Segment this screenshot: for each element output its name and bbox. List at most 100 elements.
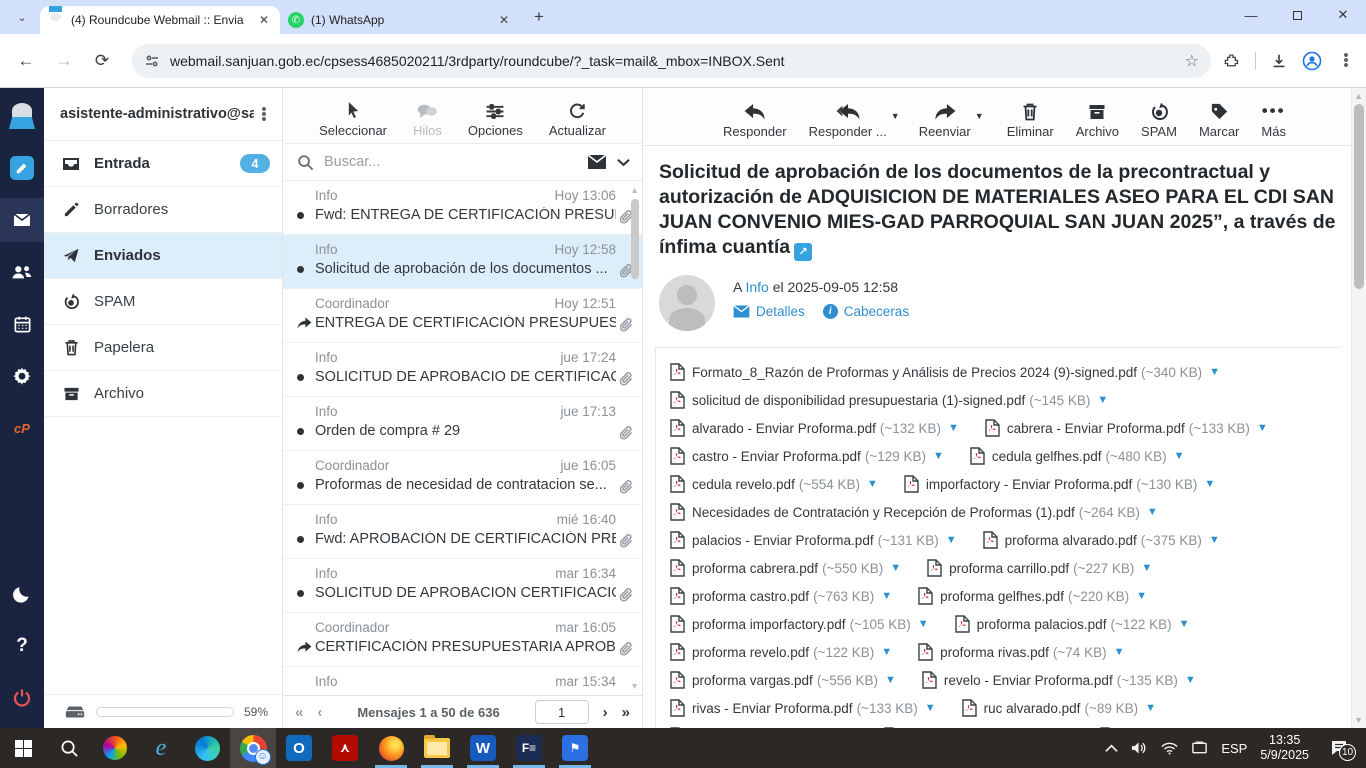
attachment-menu-caret[interactable]: ▼ <box>1204 478 1215 490</box>
forward-button[interactable]: → <box>48 45 80 77</box>
refresh-button[interactable]: Actualizar <box>549 100 606 138</box>
attachment-item[interactable]: palacios - Enviar Proforma.pdf (~131 KB)… <box>670 526 957 554</box>
tab-whatsapp[interactable]: ✆ (1) WhatsApp ✕ <box>280 6 520 34</box>
settings-nav-button[interactable] <box>0 354 44 398</box>
cast-icon[interactable] <box>1191 741 1208 755</box>
close-button[interactable]: ✕ <box>1320 0 1366 30</box>
recipient-link[interactable]: Info <box>745 279 768 295</box>
contacts-nav-button[interactable] <box>0 250 44 294</box>
edge-button[interactable] <box>184 728 230 768</box>
headers-toggle[interactable]: i Cabeceras <box>823 304 909 319</box>
attachment-menu-caret[interactable]: ▼ <box>1209 534 1220 546</box>
extensions-icon[interactable] <box>1223 52 1241 70</box>
threads-button[interactable]: Hilos <box>413 100 442 138</box>
attachment-item[interactable]: ruc gelfhes.pdf (~10 KB) ▼ <box>1100 722 1286 728</box>
page-input[interactable] <box>535 700 589 724</box>
taskbar-search-button[interactable] <box>46 728 92 768</box>
folder-trash[interactable]: Papelera <box>44 325 282 371</box>
volume-icon[interactable] <box>1131 741 1148 755</box>
attachment-item[interactable]: rivas - Enviar Proforma.pdf (~133 KB) ▼ <box>670 694 936 722</box>
attachment-item[interactable]: revelo - Enviar Proforma.pdf (~135 KB) ▼ <box>922 666 1196 694</box>
folder-archive[interactable]: Archivo <box>44 371 282 417</box>
new-tab-button[interactable]: + <box>526 4 552 30</box>
prev-page-button[interactable]: ‹ <box>317 704 322 721</box>
attachment-item[interactable]: alvarado - Enviar Proforma.pdf (~132 KB)… <box>670 414 959 442</box>
word-button[interactable]: W <box>460 728 506 768</box>
tab-search-button[interactable]: ⌄ <box>8 4 36 30</box>
browser-menu-icon[interactable]: ••• <box>1336 53 1356 68</box>
restore-button[interactable] <box>1274 0 1320 30</box>
profile-icon[interactable] <box>1302 51 1322 71</box>
attachment-item[interactable]: castro - Enviar Proforma.pdf (~129 KB) ▼ <box>670 442 944 470</box>
forward-button[interactable]: Reenviar ▼ <box>919 99 971 139</box>
first-page-button[interactable]: « <box>295 704 303 721</box>
attachment-menu-caret[interactable]: ▼ <box>1147 506 1158 518</box>
app-blue-button[interactable]: ⚑ <box>552 728 598 768</box>
message-row[interactable]: Info jue 17:24 SOLICITUD DE APROBACIO DE… <box>283 343 642 397</box>
search-options-chevron-icon[interactable] <box>617 158 630 167</box>
tab-close-icon[interactable]: ✕ <box>496 12 512 28</box>
message-row[interactable]: Coordinador mar 16:05 CERTIFICACIÓN PRES… <box>283 613 642 667</box>
attachment-menu-caret[interactable]: ▼ <box>1185 674 1196 686</box>
attachment-item[interactable]: proforma imporfactory.pdf (~105 KB) ▼ <box>670 610 929 638</box>
list-scrollbar[interactable]: ▲ ▼ <box>629 181 641 695</box>
attachment-menu-caret[interactable]: ▼ <box>946 534 957 546</box>
cpanel-nav-button[interactable]: cP <box>0 406 44 450</box>
folder-drafts[interactable]: Borradores <box>44 187 282 233</box>
message-row[interactable]: Info mié 16:40 Fwd: APROBACIÓN DE CERTIF… <box>283 505 642 559</box>
attachment-item[interactable]: proforma carrillo.pdf (~227 KB) ▼ <box>927 554 1152 582</box>
internet-explorer-button[interactable]: e <box>138 728 184 768</box>
logout-button[interactable] <box>0 676 44 720</box>
attachment-item[interactable]: Formato_8_Razón de Proformas y Análisis … <box>670 358 1220 386</box>
mail-scrollbar[interactable]: ▲ ▼ <box>1351 88 1366 728</box>
acrobat-button[interactable]: ⋏ <box>322 728 368 768</box>
last-page-button[interactable]: » <box>622 704 630 721</box>
folder-spam[interactable]: SPAM <box>44 279 282 325</box>
message-row[interactable]: Info mar 16:34 SOLICITUD DE APROBACION C… <box>283 559 642 613</box>
tray-chevron-icon[interactable] <box>1105 744 1118 753</box>
attachment-menu-caret[interactable]: ▼ <box>925 702 936 714</box>
downloads-icon[interactable] <box>1270 52 1288 70</box>
message-row[interactable]: Coordinador jue 16:05 Proformas de neces… <box>283 451 642 505</box>
attachment-menu-caret[interactable]: ▼ <box>1097 394 1108 406</box>
attachment-menu-caret[interactable]: ▼ <box>933 450 944 462</box>
tab-roundcube[interactable]: (4) Roundcube Webmail :: Envia ✕ <box>40 6 280 34</box>
options-button[interactable]: Opciones <box>468 100 523 138</box>
mail-scroll-thumb[interactable] <box>1354 104 1364 289</box>
attachment-menu-caret[interactable]: ▼ <box>1179 618 1190 630</box>
language-indicator[interactable]: ESP <box>1221 741 1247 756</box>
attachment-menu-caret[interactable]: ▼ <box>1209 366 1220 378</box>
mail-nav-button[interactable] <box>0 198 44 242</box>
attachment-item[interactable]: solicitud de disponibilidad presupuestar… <box>670 386 1108 414</box>
account-menu-icon[interactable]: ••• <box>254 107 274 122</box>
back-button[interactable]: ← <box>10 45 42 77</box>
file-explorer-button[interactable] <box>414 728 460 768</box>
message-row[interactable]: Info Hoy 13:06 Fwd: ENTREGA DE CERTIFICA… <box>283 181 642 235</box>
attachment-item[interactable]: proforma alvarado.pdf (~375 KB) ▼ <box>983 526 1220 554</box>
reply-all-button[interactable]: Responder ... ▼ <box>809 99 887 139</box>
reload-button[interactable]: ⟳ <box>86 45 118 77</box>
message-row[interactable]: Info mar 15:34 <box>283 667 642 695</box>
list-scroll-thumb[interactable] <box>631 199 639 279</box>
attachment-menu-caret[interactable]: ▼ <box>948 422 959 434</box>
select-button[interactable]: Seleccionar <box>319 100 387 138</box>
address-bar[interactable]: webmail.sanjuan.gob.ec/cpsess4685020211/… <box>132 44 1211 78</box>
folder-sent[interactable]: Enviados <box>44 233 282 279</box>
compose-button[interactable] <box>0 146 44 190</box>
attachment-menu-caret[interactable]: ▼ <box>881 646 892 658</box>
search-scope-icon[interactable] <box>587 154 607 170</box>
search-input[interactable] <box>324 154 577 170</box>
tab-close-icon[interactable]: ✕ <box>256 12 272 28</box>
attachment-menu-caret[interactable]: ▼ <box>1174 450 1185 462</box>
minimize-button[interactable]: — <box>1228 0 1274 30</box>
attachment-item[interactable]: Necesidades de Contratación y Recepción … <box>670 498 1158 526</box>
next-page-button[interactable]: › <box>603 704 608 721</box>
clock[interactable]: 13:35 5/9/2025 <box>1260 733 1309 763</box>
bookmark-star-icon[interactable]: ☆ <box>1185 51 1199 71</box>
attachment-item[interactable]: cedula gelfhes.pdf (~480 KB) ▼ <box>970 442 1185 470</box>
attachment-item[interactable]: proforma cabrera.pdf (~550 KB) ▼ <box>670 554 901 582</box>
spam-button[interactable]: SPAM <box>1141 99 1177 139</box>
attachment-item[interactable]: proforma vargas.pdf (~556 KB) ▼ <box>670 666 896 694</box>
scroll-up-icon[interactable]: ▲ <box>1354 91 1363 101</box>
copilot-button[interactable] <box>92 728 138 768</box>
